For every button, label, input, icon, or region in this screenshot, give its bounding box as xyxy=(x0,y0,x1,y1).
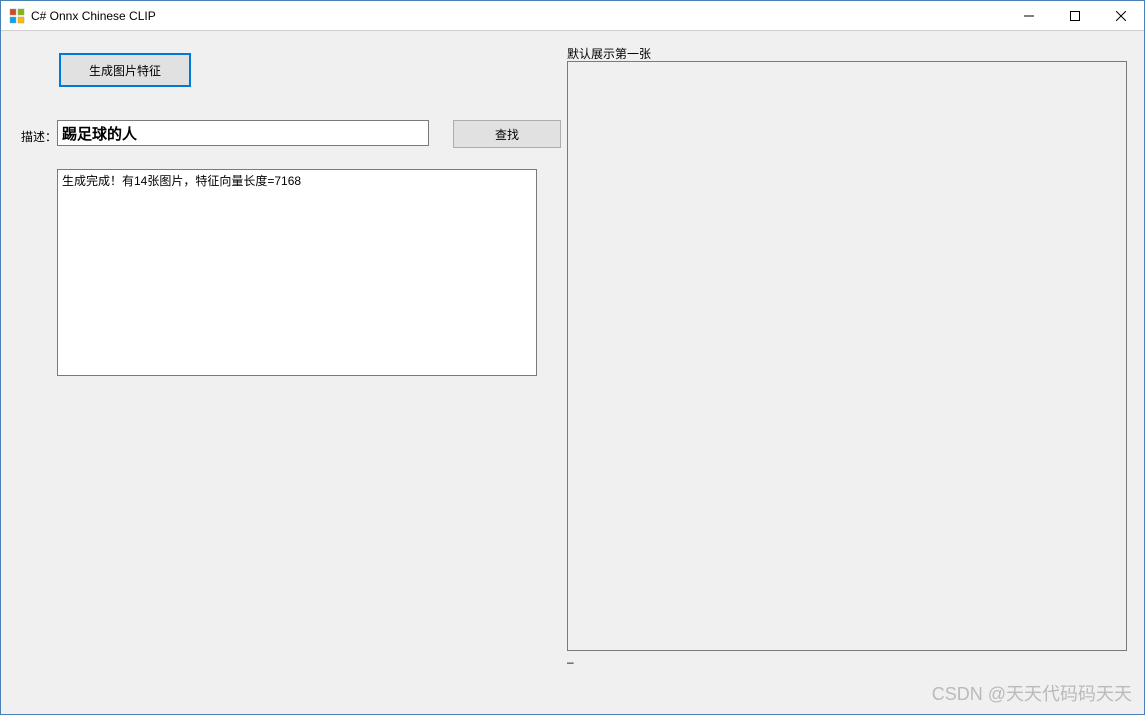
description-input[interactable] xyxy=(57,120,429,146)
titlebar-left: C# Onnx Chinese CLIP xyxy=(9,8,156,24)
minimize-button[interactable] xyxy=(1006,1,1052,30)
watermark-text: CSDN @天天代码码天天 xyxy=(932,680,1132,706)
window-title: C# Onnx Chinese CLIP xyxy=(31,9,156,23)
image-preview xyxy=(567,61,1127,651)
search-button[interactable]: 查找 xyxy=(453,120,561,148)
client-area: 生成图片特征 描述： 查找 生成完成！有14张图片，特征向量长度=7168 默认… xyxy=(1,31,1144,714)
app-window: C# Onnx Chinese CLIP 生成图片特征 描述： 查找 生成完成！… xyxy=(0,0,1145,715)
log-output[interactable]: 生成完成！有14张图片，特征向量长度=7168 xyxy=(57,169,537,376)
close-button[interactable] xyxy=(1098,1,1144,30)
maximize-button[interactable] xyxy=(1052,1,1098,30)
preview-label: 默认展示第一张 xyxy=(567,45,651,62)
description-label: 描述： xyxy=(21,128,57,145)
app-icon xyxy=(9,8,25,24)
window-controls xyxy=(1006,1,1144,30)
generate-features-button[interactable]: 生成图片特征 xyxy=(59,53,191,87)
dash-label: – xyxy=(567,655,574,669)
titlebar: C# Onnx Chinese CLIP xyxy=(1,1,1144,31)
